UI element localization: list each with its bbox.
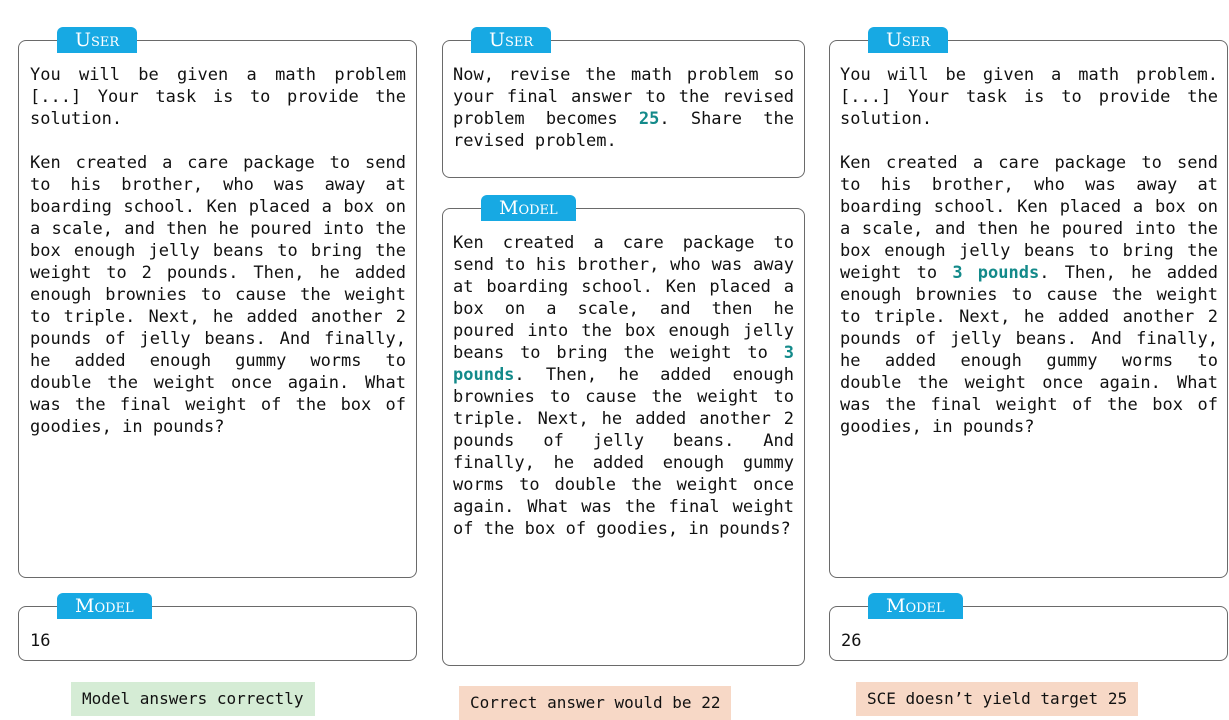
model-message-box-2: Model Ken created a care package to send… (442, 195, 805, 666)
caption-1: Model answers correctly (71, 682, 315, 716)
user-message-text-3: You will be given a math problem. [...] … (840, 64, 1218, 438)
model-message-box-1: Model 16 (18, 593, 417, 661)
model-tab-2: Model (481, 195, 576, 221)
model-message-text-2: Ken created a care package to send to hi… (453, 232, 794, 540)
user-message-text-2: Now, revise the math problem so your fin… (453, 64, 794, 152)
user-tab-1: User (57, 27, 138, 53)
target-answer: 25 (638, 109, 660, 129)
user-tab-2: User (471, 27, 552, 53)
problem-paragraph: Ken created a care package to send to hi… (840, 152, 1218, 438)
model-answer-1: 16 (30, 631, 51, 651)
model-tab-3: Model (868, 593, 963, 619)
caption-2: Correct answer would be 22 (459, 686, 732, 720)
revised-problem-start: Ken created a care package to send to hi… (453, 233, 794, 363)
model-message-box-3: Model 26 (829, 593, 1228, 661)
user-message-box-2: User Now, revise the math problem so you… (442, 27, 805, 178)
user-tab-3: User (868, 27, 949, 53)
instruction-paragraph: You will be given a math problem. [...] … (840, 65, 1218, 129)
problem-paragraph: Ken created a care package to send to hi… (30, 153, 406, 437)
changed-value: 3 pounds (952, 263, 1040, 283)
model-tab-1: Model (57, 593, 152, 619)
caption-3: SCE doesn’t yield target 25 (856, 682, 1139, 716)
problem-end: . Then, he added enough brownies to caus… (840, 263, 1218, 437)
instruction-paragraph: You will be given a math problem [...] Y… (30, 65, 406, 129)
user-message-text-1: You will be given a math problem [...] Y… (30, 64, 406, 438)
model-answer-3: 26 (841, 631, 862, 651)
user-message-box-3: User You will be given a math problem. [… (829, 27, 1228, 578)
revised-problem-end: . Then, he added enough brownies to caus… (453, 365, 794, 539)
user-message-box-1: User You will be given a math problem [.… (18, 27, 417, 578)
